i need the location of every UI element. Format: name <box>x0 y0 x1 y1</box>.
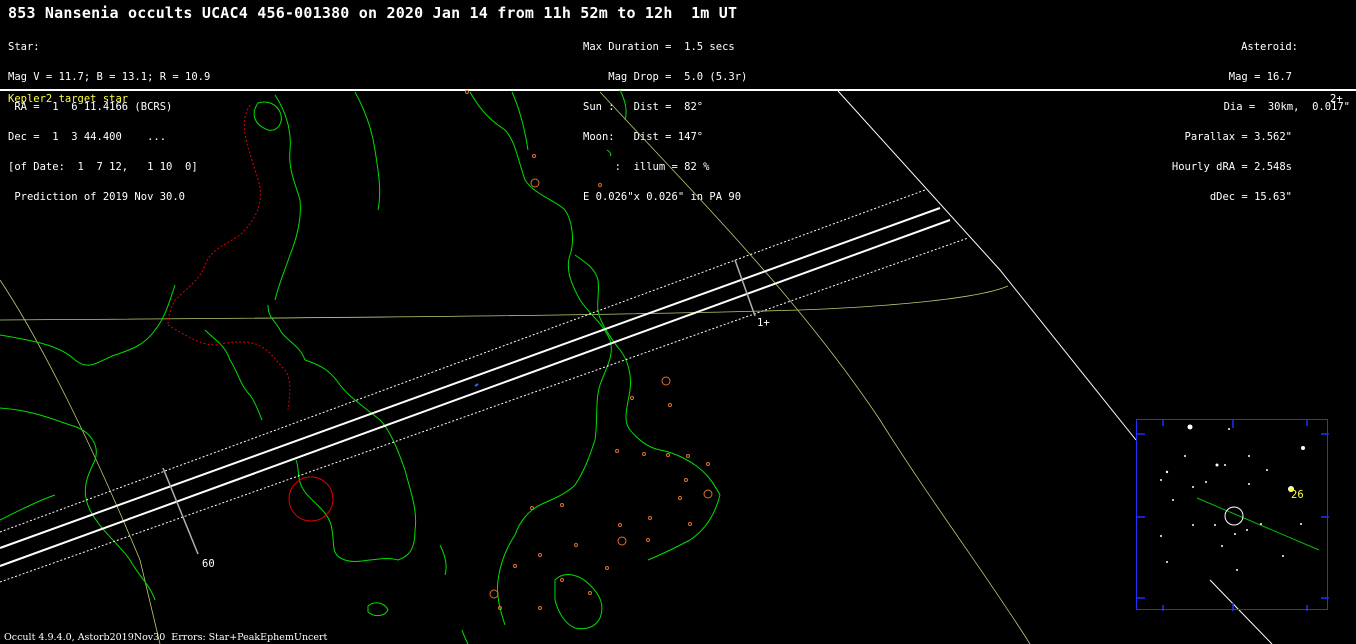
shikoku-coast <box>554 574 603 630</box>
path-north-1sigma <box>0 189 926 533</box>
islet <box>606 149 612 157</box>
city-marker <box>646 538 650 542</box>
city-marker <box>678 496 682 500</box>
kyushu-tip <box>461 629 469 644</box>
city-marker <box>489 589 499 599</box>
borders <box>167 104 291 411</box>
time-tick-label: 1+ <box>757 317 770 329</box>
city-marker <box>574 543 578 547</box>
time-tick-1 <box>734 259 756 317</box>
path-south-1sigma <box>0 237 969 583</box>
path-north-limit <box>0 207 941 549</box>
city-marker <box>648 516 652 520</box>
lake-khanka <box>253 101 282 131</box>
coastlines <box>0 89 721 644</box>
city-marker <box>661 376 671 386</box>
inset-stars <box>1160 424 1305 571</box>
city-marker <box>684 478 688 482</box>
inset-ticks <box>1137 420 1329 611</box>
korea-coast-north <box>267 304 306 361</box>
city-marker <box>530 178 540 188</box>
city-marker <box>560 503 564 507</box>
inset-star-label: 26 <box>1291 489 1304 501</box>
longitude-line-east <box>599 91 1031 644</box>
sakhalin-west <box>354 91 381 211</box>
city-marker <box>560 578 564 582</box>
star-field-inset <box>1136 419 1329 611</box>
graticule <box>0 91 1031 644</box>
city-marker <box>686 454 690 458</box>
city-marker <box>668 403 672 407</box>
china-coast-3 <box>0 284 176 366</box>
city-marker <box>703 489 713 499</box>
city-marker <box>618 523 622 527</box>
occultation-path <box>0 189 969 583</box>
horizon-line <box>837 90 1137 441</box>
city-marker <box>513 564 517 568</box>
city-marker <box>688 522 692 526</box>
footer-credits: Occult 4.9.4.0, Astorb2019Nov30 Errors: … <box>4 632 328 643</box>
china-coast-4 <box>204 329 263 421</box>
time-tick-label: 60 <box>202 558 215 570</box>
china-coast-2 <box>0 494 56 521</box>
city-marker <box>605 566 609 570</box>
city-marker <box>538 553 542 557</box>
kuril-fragment <box>619 89 627 121</box>
honshu-south <box>497 439 596 626</box>
honshu-east <box>574 254 721 496</box>
star-field-canvas <box>1137 420 1329 611</box>
longitude-line-west <box>0 279 161 644</box>
path-south-limit <box>0 219 951 567</box>
city-marker <box>630 396 634 400</box>
city-marker <box>706 462 710 466</box>
city-marker <box>617 536 627 546</box>
city-marker <box>465 90 469 94</box>
time-ticks <box>162 259 756 555</box>
honshu-west <box>567 254 612 441</box>
city-marker <box>642 452 646 456</box>
city-markers <box>465 90 713 610</box>
city-marker <box>598 183 602 187</box>
kyushu-fragment <box>439 544 447 576</box>
corner-tag: 2+ <box>1330 93 1343 105</box>
time-tick-60 <box>162 467 199 555</box>
city-marker <box>588 591 592 595</box>
city-marker <box>532 154 536 158</box>
path-center-marker <box>474 383 479 387</box>
tsushima-island <box>367 602 389 617</box>
latitude-line <box>0 285 1009 321</box>
china-coast <box>0 407 156 601</box>
city-marker <box>538 606 542 610</box>
china-russia-border <box>167 104 261 326</box>
city-marker <box>615 449 619 453</box>
hokkaido-north <box>511 91 529 151</box>
honshu-pacific <box>647 494 721 561</box>
city-marker <box>530 506 534 510</box>
china-korea-border <box>167 324 291 411</box>
city-marker <box>666 453 670 457</box>
occultation-map: 853 Nansenia occults UCAC4 456-001380 on… <box>0 0 1356 644</box>
korea-coast <box>295 359 417 562</box>
